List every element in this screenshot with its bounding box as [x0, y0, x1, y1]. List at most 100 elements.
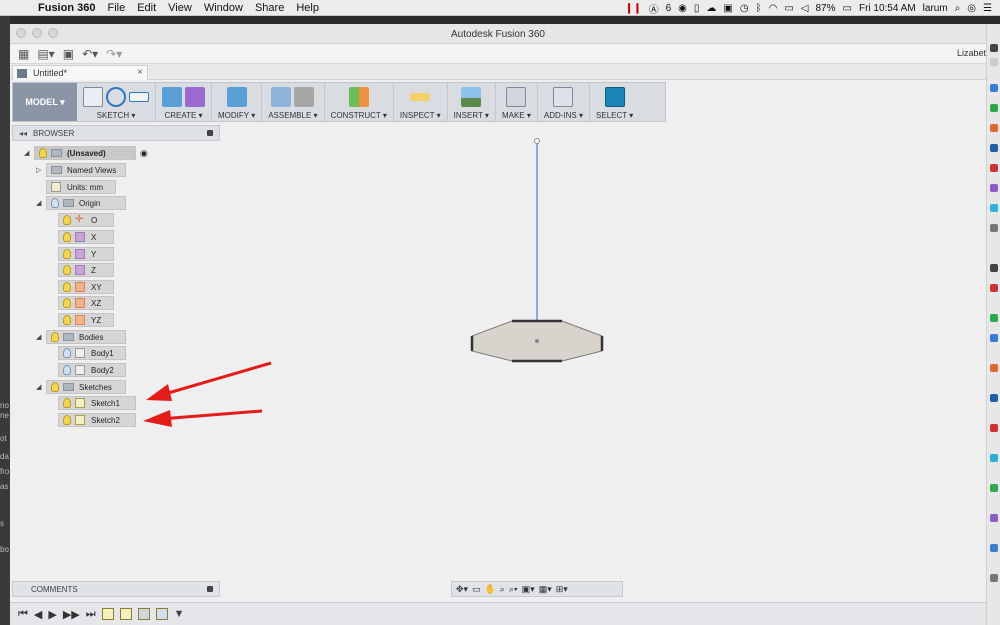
file-menu-icon[interactable]: ▤▾: [37, 47, 54, 61]
dock-app-icon[interactable]: [990, 44, 998, 52]
browser-panel-header[interactable]: ◂◂ BROWSER: [12, 125, 220, 141]
visibility-bulb-icon[interactable]: [63, 365, 71, 375]
dock-app-icon[interactable]: [990, 264, 998, 272]
comments-panel-header[interactable]: COMMENTS: [12, 581, 220, 597]
collapse-arrow-icon[interactable]: ◢: [36, 383, 46, 391]
construct-group[interactable]: CONSTRUCT ▾: [325, 83, 394, 121]
dock-app-icon[interactable]: [990, 514, 998, 522]
dock-app-icon[interactable]: [990, 394, 998, 402]
line-icon[interactable]: [129, 92, 149, 102]
dock-app-icon[interactable]: [990, 454, 998, 462]
timeline-extrude-icon[interactable]: [137, 608, 150, 620]
visibility-bulb-icon[interactable]: [63, 282, 71, 292]
collapse-arrow-icon[interactable]: ◢: [24, 149, 34, 157]
dock-app-icon[interactable]: [990, 284, 998, 292]
clipboard-icon[interactable]: ▯: [694, 3, 700, 14]
offset-plane-icon[interactable]: [348, 87, 369, 107]
visibility-bulb-icon[interactable]: [63, 265, 71, 275]
user-name[interactable]: larum: [923, 3, 948, 14]
sketch-group[interactable]: SKETCH ▾: [77, 83, 156, 121]
comments-add-icon[interactable]: [207, 586, 213, 592]
spline-icon[interactable]: [106, 87, 126, 107]
design-canvas[interactable]: [10, 80, 986, 600]
tree-origin-yz[interactable]: YZ: [58, 313, 114, 327]
timeline-end-button[interactable]: ⏭: [86, 608, 96, 621]
collapse-arrow-icon[interactable]: ◢: [36, 199, 46, 207]
spotlight-icon[interactable]: ⌕: [955, 3, 961, 14]
browser-pin-icon[interactable]: [207, 130, 213, 136]
dock-app-icon[interactable]: [990, 574, 998, 582]
visibility-bulb-icon[interactable]: [51, 198, 59, 208]
insert-image-icon[interactable]: [461, 87, 482, 107]
tree-body1[interactable]: Body1: [58, 346, 126, 360]
dock-app-icon[interactable]: [990, 184, 998, 192]
user-account[interactable]: Lizabet: [957, 48, 986, 58]
browser-collapse-icon[interactable]: ◂◂: [19, 129, 27, 138]
visibility-bulb-icon[interactable]: [63, 215, 71, 225]
dock-app-icon[interactable]: [990, 164, 998, 172]
dock-app-icon[interactable]: [990, 58, 998, 66]
clock[interactable]: Fri 10:54 AM: [859, 3, 916, 14]
document-tab[interactable]: Untitled* ×: [12, 65, 148, 80]
redo-icon[interactable]: ↷▾: [106, 47, 122, 61]
insert-group[interactable]: INSERT ▾: [448, 83, 496, 121]
visibility-bulb-icon[interactable]: [39, 148, 47, 158]
grid-settings-icon[interactable]: ▦▾: [539, 584, 552, 595]
timeline-sketch-icon[interactable]: [119, 608, 132, 620]
bluetooth-icon[interactable]: ᛒ: [756, 3, 762, 14]
notification-center-icon[interactable]: ☰: [983, 3, 992, 14]
save-icon[interactable]: ▣: [63, 47, 74, 61]
visibility-bulb-icon[interactable]: [63, 249, 71, 259]
tree-sketch1[interactable]: Sketch1: [58, 396, 136, 410]
timeline-back-button[interactable]: ◀: [34, 608, 42, 621]
dock-app-icon[interactable]: [990, 424, 998, 432]
visibility-bulb-icon[interactable]: [51, 332, 59, 342]
battery-icon[interactable]: ▭: [843, 3, 852, 14]
pan-icon[interactable]: ✋: [485, 584, 496, 595]
pause-icon[interactable]: ❙❙: [625, 3, 642, 14]
tree-sketches[interactable]: ◢ Sketches: [36, 380, 126, 394]
dock-app-icon[interactable]: [990, 204, 998, 212]
tree-root[interactable]: ◢ (Unsaved) ◉: [24, 146, 148, 160]
expand-arrow-icon[interactable]: ▷: [36, 166, 46, 174]
extrude-icon[interactable]: [162, 87, 182, 107]
siri-icon[interactable]: ◎: [967, 3, 976, 14]
create-group[interactable]: CREATE ▾: [156, 83, 212, 121]
add-ins-group[interactable]: ADD-INS ▾: [538, 83, 591, 121]
new-component-icon[interactable]: [271, 87, 292, 107]
visibility-bulb-icon[interactable]: [63, 232, 71, 242]
close-tab-icon[interactable]: ×: [137, 67, 143, 78]
undo-icon[interactable]: ↶▾: [82, 47, 98, 61]
dock-app-icon[interactable]: [990, 314, 998, 322]
dock-app-icon[interactable]: [990, 84, 998, 92]
select-icon[interactable]: [604, 87, 625, 107]
timeline-marker-icon[interactable]: ▼: [174, 608, 185, 620]
3d-print-icon[interactable]: [506, 87, 527, 107]
zoom-window-icon[interactable]: ⌕▾: [509, 584, 518, 595]
menu-window[interactable]: Window: [204, 2, 243, 14]
timeline-feature-icon[interactable]: [155, 608, 168, 620]
form-icon[interactable]: [185, 87, 205, 107]
dock-app-icon[interactable]: [990, 484, 998, 492]
visibility-bulb-icon[interactable]: [63, 298, 71, 308]
visibility-bulb-icon[interactable]: [51, 382, 59, 392]
orbit-icon[interactable]: ✥▾: [456, 584, 468, 595]
scripts-icon[interactable]: [553, 87, 574, 107]
cloud-icon[interactable]: ☁: [706, 3, 716, 14]
app-menu[interactable]: Fusion 360: [38, 2, 95, 14]
press-pull-icon[interactable]: [226, 87, 247, 107]
menu-share[interactable]: Share: [255, 2, 284, 14]
tree-origin-y[interactable]: Y: [58, 247, 114, 261]
dock-app-icon[interactable]: [990, 544, 998, 552]
visibility-bulb-icon[interactable]: [63, 415, 71, 425]
tree-origin-z[interactable]: Z: [58, 263, 114, 277]
dock-app-icon[interactable]: [990, 364, 998, 372]
measure-icon[interactable]: [410, 93, 431, 101]
menu-edit[interactable]: Edit: [137, 2, 156, 14]
timeline-forward-button[interactable]: ▶▶: [63, 608, 80, 621]
dock-app-icon[interactable]: [990, 334, 998, 342]
airplay-icon[interactable]: ▭: [784, 3, 793, 14]
visibility-bulb-icon[interactable]: [63, 348, 71, 358]
create-sketch-icon[interactable]: [83, 87, 103, 107]
zoom-icon[interactable]: ⌕: [500, 584, 505, 595]
